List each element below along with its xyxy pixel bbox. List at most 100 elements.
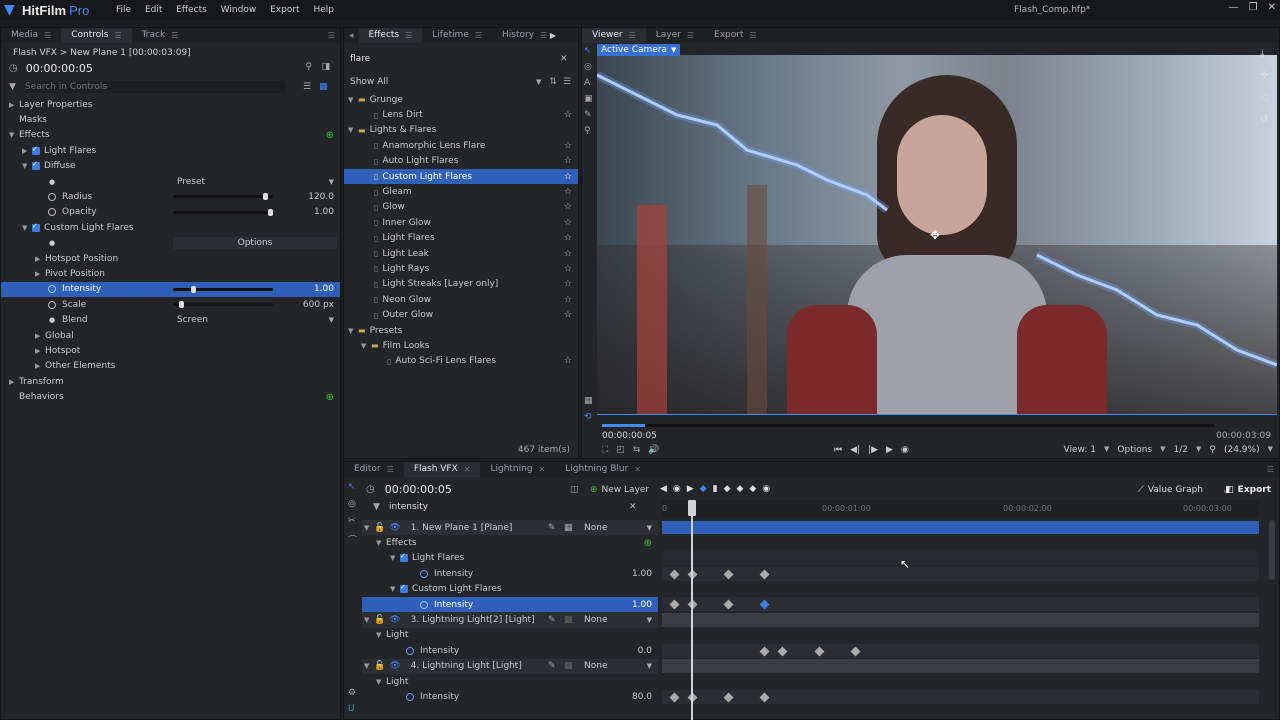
pivot-position-row[interactable]: ▶ Pivot Position <box>1 266 340 281</box>
timeline-current-time[interactable]: 00:00:00:05 <box>385 483 452 496</box>
blend-row[interactable]: ● Blend Screen ▼ <box>1 312 340 327</box>
render-icon[interactable]: ⇆ <box>633 445 641 455</box>
keyframe-toggle[interactable] <box>420 569 428 578</box>
favorite-star-icon[interactable]: ☆ <box>564 172 572 182</box>
tab-media[interactable]: Media ☰ <box>1 28 61 43</box>
tab-layer[interactable]: Layer ☰ <box>646 28 704 43</box>
tab-viewer[interactable]: Viewer ☰ <box>582 28 646 43</box>
menu-icon[interactable]: ☰ <box>405 28 412 43</box>
edit-icon[interactable]: ✎ <box>548 523 556 533</box>
intensity-value[interactable]: 1.00 <box>314 284 334 294</box>
transform-row[interactable]: ▶ Transform <box>1 374 340 389</box>
lock-icon[interactable]: 🔓 <box>374 615 385 625</box>
folder-grunge[interactable]: ▼ ▬ Grunge <box>344 92 578 107</box>
favorite-star-icon[interactable]: ☆ <box>564 310 572 320</box>
options-row[interactable]: ● Options <box>1 236 340 251</box>
timeline-scrollbar[interactable] <box>1269 520 1275 580</box>
menu-icon[interactable]: ☰ <box>750 28 757 43</box>
loop-icon[interactable]: ◰ <box>616 445 625 455</box>
intensity-property-row-selected[interactable]: Intensity 1.00 <box>362 596 658 613</box>
list-item[interactable]: ▯ Anamorphic Lens Flare ☆ <box>344 138 578 153</box>
effect-enabled-checkbox[interactable] <box>32 160 40 171</box>
grid-toggle-icon[interactable]: ▦ <box>584 396 593 406</box>
opacity-value[interactable]: 1.00 <box>314 207 334 217</box>
collapse-arrow-icon[interactable]: ▼ <box>22 224 32 232</box>
mask-tool-icon[interactable]: ▣ <box>584 94 596 104</box>
blend-icon[interactable]: ▦ <box>564 523 573 533</box>
panel-menu-icon[interactable]: ☰ <box>328 31 335 40</box>
blend-icon[interactable]: ▦ <box>564 615 573 625</box>
dropdown-arrow-icon[interactable]: ▼ <box>647 524 652 532</box>
effect-enabled-checkbox[interactable] <box>400 552 408 563</box>
list-item[interactable]: ▯ Glow ☆ <box>344 200 578 215</box>
favorite-star-icon[interactable]: ☆ <box>564 110 572 120</box>
add-effect-icon[interactable]: ⊕ <box>326 130 334 141</box>
effect-enabled-checkbox[interactable] <box>32 222 40 232</box>
slider-handle[interactable] <box>191 285 196 293</box>
show-all-dropdown[interactable]: Show All <box>350 77 536 87</box>
scale-row[interactable]: Scale 600 px <box>1 297 340 312</box>
menu-export[interactable]: Export <box>270 5 299 15</box>
controls-search-input[interactable] <box>25 81 285 93</box>
diffuse-row[interactable]: ▼ Diffuse <box>1 159 340 174</box>
minimize-icon[interactable]: — <box>1229 2 1239 13</box>
layer-row-lightning-light[interactable]: ▼ 🔓 👁 4. Lightning Light [Light] ✎ ▦ None ▼ <box>362 658 658 674</box>
edit-icon[interactable]: ✎ <box>548 661 556 671</box>
menu-icon[interactable]: ☰ <box>629 28 636 43</box>
favorite-star-icon[interactable]: ☆ <box>564 187 572 197</box>
global-row[interactable]: ▶ Global <box>1 328 340 343</box>
keyframe-toggle[interactable] <box>406 692 414 701</box>
expand-arrow-icon[interactable]: ▶ <box>9 378 19 386</box>
timeline-search-input[interactable] <box>389 502 629 512</box>
fit-icon[interactable]: ◁ <box>1260 92 1268 103</box>
collapse-arrow-icon[interactable]: ▼ <box>348 126 358 134</box>
text-tool-icon[interactable]: A <box>584 78 596 88</box>
tab-export[interactable]: Export ☰ <box>704 28 767 43</box>
resolution-dropdown[interactable]: 1/2 <box>1174 445 1188 455</box>
keyframe-toggle[interactable] <box>48 193 56 202</box>
favorite-star-icon[interactable]: ☆ <box>564 233 572 243</box>
favorite-star-icon[interactable]: ☆ <box>564 156 572 166</box>
menu-edit[interactable]: Edit <box>145 5 162 15</box>
layer-bar-new-plane[interactable] <box>662 521 1259 534</box>
close-tab-icon[interactable]: ✕ <box>539 462 546 477</box>
opacity-slider[interactable] <box>173 208 273 216</box>
dropdown-arrow-icon[interactable]: ▼ <box>329 316 334 324</box>
list-view-icon[interactable]: ☰ <box>303 82 311 92</box>
scale-slider[interactable] <box>173 301 273 309</box>
step-back-icon[interactable]: ◀| <box>850 445 860 455</box>
radius-value[interactable]: 120.0 <box>308 192 334 202</box>
intensity-property-row[interactable]: Intensity 80.0 <box>362 689 658 704</box>
zoom-level[interactable]: (24.9%) <box>1224 445 1260 455</box>
scale-value[interactable]: 600 px <box>303 300 334 310</box>
filter-icon[interactable]: ▼ <box>9 82 25 92</box>
light-flares-row[interactable]: ▶ Light Flares <box>1 143 340 158</box>
panel-menu-icon[interactable]: ☰ <box>1267 465 1274 474</box>
menu-file[interactable]: File <box>116 5 131 15</box>
visibility-icon[interactable]: 👁 <box>389 523 400 533</box>
property-value[interactable]: 80.0 <box>632 692 652 702</box>
list-item[interactable]: ▯ Lens Dirt ☆ <box>344 107 578 122</box>
select-tool-icon[interactable]: ↖ <box>584 46 596 56</box>
reset-icon[interactable]: ↺ <box>1260 114 1268 125</box>
panel-back-icon[interactable]: ◂ <box>344 31 359 41</box>
menu-help[interactable]: Help <box>313 5 334 15</box>
snap-icon[interactable]: ⟲ <box>584 412 592 422</box>
list-item[interactable]: ▯ Light Streaks [Layer only] ☆ <box>344 277 578 292</box>
collapse-arrow-icon[interactable]: ▼ <box>390 554 400 562</box>
close-tab-icon[interactable]: ✕ <box>634 462 641 477</box>
ease-in-icon[interactable]: ◆ <box>724 484 731 494</box>
keyframe-toggle[interactable] <box>48 285 56 294</box>
hotspot-position-row[interactable]: ▶ Hotspot Position <box>1 251 340 266</box>
slider-handle[interactable] <box>268 208 273 216</box>
fullscreen-icon[interactable]: ⛶ <box>602 445 608 455</box>
layer-row-lightning-light-2[interactable]: ▼ 🔓 👁 3. Lightning Light[2] [Light] ✎ ▦ None ▼ <box>362 612 658 628</box>
expand-arrow-icon[interactable]: ▶ <box>35 347 45 355</box>
layer-bar-lightning-light-2[interactable] <box>662 613 1259 627</box>
collapse-arrow-icon[interactable]: ▼ <box>361 342 371 350</box>
custom-light-flares-effect-row[interactable]: ▼ Custom Light Flares <box>362 582 658 597</box>
opacity-row[interactable]: Opacity 1.00 <box>1 205 340 220</box>
visibility-icon[interactable]: 👁 <box>389 615 400 625</box>
blend-icon[interactable]: ▦ <box>564 661 573 671</box>
add-effect-icon[interactable]: ⊕ <box>644 538 652 549</box>
